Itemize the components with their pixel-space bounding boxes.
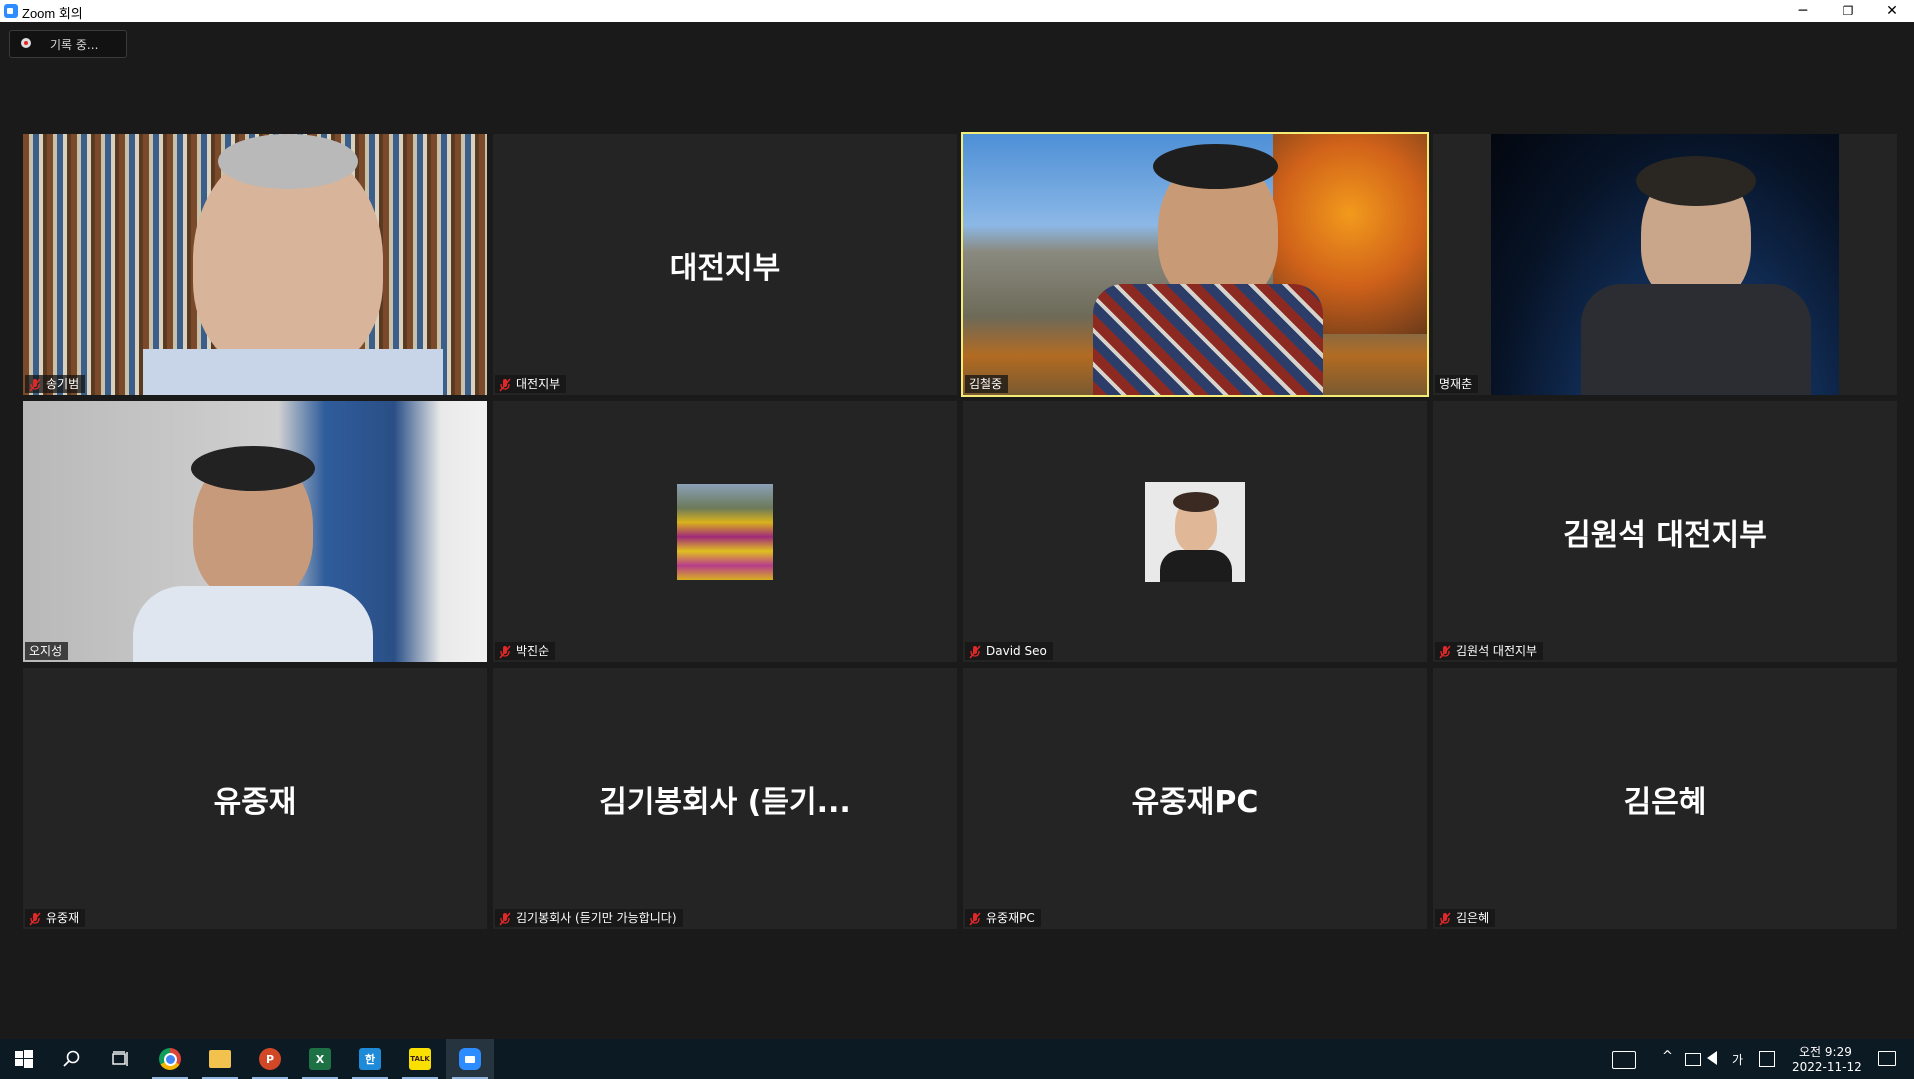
windows-icon bbox=[15, 1050, 33, 1068]
participant-name-tag: 박진순 bbox=[495, 642, 556, 660]
file-explorer-taskbar-button[interactable] bbox=[196, 1039, 244, 1079]
task-view-icon bbox=[112, 1051, 128, 1066]
active-speaker-tile[interactable]: 김철중 bbox=[961, 132, 1429, 397]
network-icon[interactable] bbox=[1685, 1053, 1701, 1066]
participant-name: 유중재PC bbox=[986, 911, 1035, 925]
mic-muted-icon bbox=[969, 644, 981, 659]
mic-muted-icon bbox=[499, 911, 511, 926]
participant-name-tag: David Seo bbox=[965, 642, 1053, 660]
zoom-taskbar-button[interactable] bbox=[446, 1039, 494, 1079]
mic-muted-icon bbox=[969, 911, 981, 926]
participant-name-tag: 김철중 bbox=[965, 375, 1009, 393]
participant-tile[interactable]: David Seo bbox=[963, 401, 1427, 662]
participant-name: 명재춘 bbox=[1439, 377, 1473, 391]
restore-button[interactable]: ❐ bbox=[1826, 0, 1870, 22]
participant-tile[interactable]: 유중재 유중재 bbox=[23, 668, 487, 929]
recording-indicator[interactable]: 기록 중... bbox=[9, 30, 127, 58]
participant-name-tag: 김원석 대전지부 bbox=[1435, 642, 1544, 660]
participant-name: 유중재 bbox=[46, 911, 80, 925]
participant-name: 김철중 bbox=[969, 377, 1003, 391]
keyboard-icon[interactable] bbox=[1612, 1051, 1636, 1069]
title-bar: Zoom 회의 ─ ❐ ✕ bbox=[0, 0, 1914, 22]
kakaotalk-icon: TALK bbox=[409, 1048, 431, 1070]
participant-display-name: 유중재PC bbox=[1131, 784, 1259, 820]
profile-picture bbox=[677, 483, 773, 580]
participant-tile[interactable]: 오지성 bbox=[23, 401, 487, 662]
participant-display-name: 김은혜 bbox=[1623, 784, 1707, 820]
profile-picture bbox=[1145, 481, 1245, 582]
hangul-icon: 한 bbox=[359, 1048, 381, 1070]
zoom-icon bbox=[459, 1048, 481, 1070]
participant-display-name: 김기봉회사 (듣기... bbox=[599, 784, 851, 820]
participant-tile[interactable]: 명재춘 bbox=[1433, 134, 1897, 395]
start-button[interactable] bbox=[0, 1039, 48, 1079]
participant-display-name: 대전지부 bbox=[669, 250, 781, 286]
record-icon bbox=[21, 38, 31, 48]
participant-name-tag: 오지성 bbox=[25, 642, 69, 660]
participant-video bbox=[963, 134, 1427, 395]
participant-tile[interactable]: 유중재PC 유중재PC bbox=[963, 668, 1427, 929]
participant-name-tag: 명재춘 bbox=[1435, 375, 1479, 393]
participant-name-tag: 김은혜 bbox=[1435, 909, 1496, 927]
participant-display-name: 김원석 대전지부 bbox=[1563, 517, 1767, 553]
minimize-button[interactable]: ─ bbox=[1781, 0, 1825, 22]
clock-date[interactable]: 2022-11-12 bbox=[1792, 1060, 1862, 1074]
close-button[interactable]: ✕ bbox=[1870, 0, 1914, 22]
hangul-taskbar-button[interactable]: 한 bbox=[346, 1039, 394, 1079]
excel-icon: X bbox=[309, 1048, 331, 1070]
ime-indicator[interactable]: 가 bbox=[1732, 1051, 1743, 1068]
ime-mode-icon[interactable] bbox=[1759, 1051, 1775, 1067]
mic-muted-icon bbox=[499, 377, 511, 392]
kakaotalk-taskbar-button[interactable]: TALK bbox=[396, 1039, 444, 1079]
taskbar: P X 한 TALK ^ 가 오전 9:29 2022-11-12 bbox=[0, 1039, 1914, 1079]
participant-name-tag: 대전지부 bbox=[495, 375, 567, 393]
participant-name-tag: 유중재 bbox=[25, 909, 86, 927]
powerpoint-icon: P bbox=[259, 1048, 281, 1070]
mic-muted-icon bbox=[1439, 644, 1451, 659]
participant-name: 김기봉회사 (듣기만 가능합니다) bbox=[516, 911, 677, 925]
participant-tile[interactable]: 대전지부 대전지부 bbox=[493, 134, 957, 395]
participant-video bbox=[1491, 134, 1839, 395]
notification-icon[interactable] bbox=[1878, 1051, 1896, 1066]
participant-name-tag: 유중재PC bbox=[965, 909, 1041, 927]
participant-name-tag: 송기범 bbox=[25, 375, 86, 393]
participant-name: 대전지부 bbox=[516, 377, 561, 391]
participant-name: 김은혜 bbox=[1456, 911, 1490, 925]
participant-name: David Seo bbox=[986, 644, 1047, 658]
search-icon bbox=[63, 1050, 80, 1067]
mic-muted-icon bbox=[1439, 911, 1451, 926]
mic-muted-icon bbox=[29, 377, 41, 392]
recording-label: 기록 중... bbox=[50, 38, 99, 52]
search-button[interactable] bbox=[48, 1039, 96, 1079]
participant-name: 송기범 bbox=[46, 377, 80, 391]
chrome-taskbar-button[interactable] bbox=[146, 1039, 194, 1079]
participant-tile[interactable]: 김은혜 김은혜 bbox=[1433, 668, 1897, 929]
participant-video bbox=[23, 134, 487, 395]
participant-name-tag: 김기봉회사 (듣기만 가능합니다) bbox=[495, 909, 683, 927]
participant-name: 박진순 bbox=[516, 644, 550, 658]
chevron-up-icon[interactable]: ^ bbox=[1662, 1049, 1673, 1064]
zoom-app-icon bbox=[4, 4, 18, 18]
participant-video bbox=[23, 401, 487, 662]
participant-tile[interactable]: 박진순 bbox=[493, 401, 957, 662]
excel-taskbar-button[interactable]: X bbox=[296, 1039, 344, 1079]
task-view-button[interactable] bbox=[96, 1039, 144, 1079]
participant-display-name: 유중재 bbox=[213, 784, 297, 820]
clock-time[interactable]: 오전 9:29 bbox=[1799, 1043, 1852, 1060]
participant-tile[interactable]: 송기범 bbox=[23, 134, 487, 395]
participant-name: 김원석 대전지부 bbox=[1456, 644, 1538, 658]
powerpoint-taskbar-button[interactable]: P bbox=[246, 1039, 294, 1079]
chrome-icon bbox=[159, 1048, 181, 1070]
mic-muted-icon bbox=[29, 911, 41, 926]
window-title: Zoom 회의 bbox=[22, 6, 83, 21]
folder-icon bbox=[209, 1050, 231, 1068]
participant-tile[interactable]: 김기봉회사 (듣기... 김기봉회사 (듣기만 가능합니다) bbox=[493, 668, 957, 929]
participant-name: 오지성 bbox=[29, 644, 63, 658]
volume-muted-icon[interactable] bbox=[1707, 1051, 1717, 1065]
mic-muted-icon bbox=[499, 644, 511, 659]
participant-tile[interactable]: 김원석 대전지부 김원석 대전지부 bbox=[1433, 401, 1897, 662]
